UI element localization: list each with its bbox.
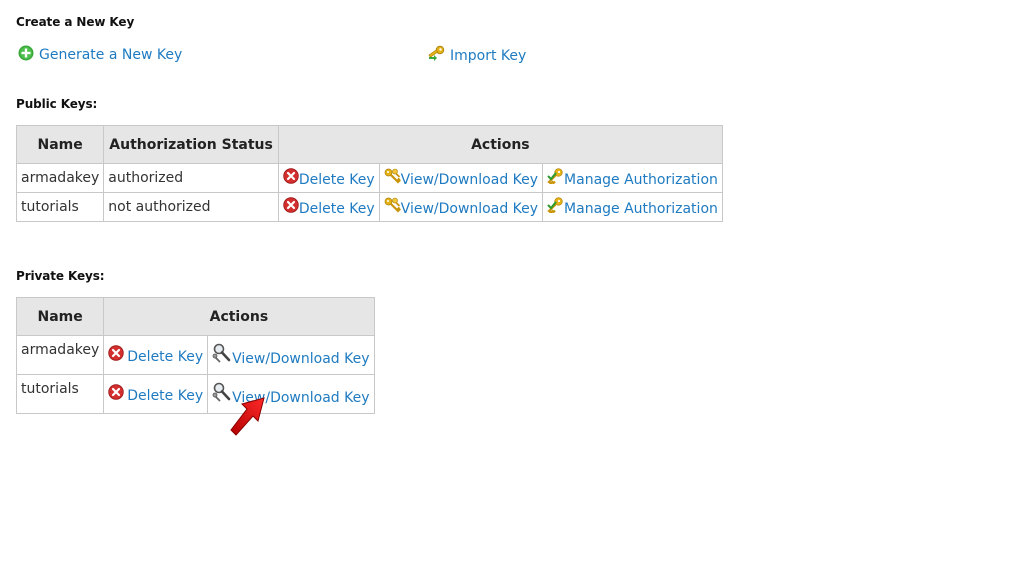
import-key-label[interactable]: Import Key <box>450 48 526 64</box>
key-name-cell: tutorials <box>15 192 105 222</box>
column-header-actions: Actions <box>277 125 723 164</box>
delete-key-link[interactable]: Delete Key <box>299 201 375 217</box>
key-name: tutorials <box>21 381 79 397</box>
view-download-cell: View/Download Key <box>378 163 544 193</box>
delete-key-cell: Delete Key <box>277 192 380 222</box>
key-name-cell: tutorials <box>15 374 105 414</box>
key-name: tutorials <box>21 199 79 215</box>
delete-key-cell: Delete Key <box>277 163 380 193</box>
private-keys-table: Name Actions armadakey Delete Key View/D… <box>15 297 375 414</box>
table-row: armadakey authorized Delete Key View/Dow… <box>15 163 723 193</box>
delete-key-link[interactable]: Delete Key <box>299 172 375 188</box>
manage-authorization-cell: Manage Authorization <box>542 192 723 222</box>
key-import-icon <box>428 45 445 66</box>
delete-key-link[interactable]: Delete Key <box>127 388 203 404</box>
table-header-row: Name Actions <box>15 297 375 336</box>
create-key-heading: Create a New Key <box>16 15 135 29</box>
plus-circle-icon <box>18 45 34 65</box>
delete-key-link[interactable]: Delete Key <box>127 349 203 365</box>
delete-key-action[interactable]: Delete Key <box>108 384 203 404</box>
keys-icon <box>384 197 401 217</box>
magnifier-key-icon <box>212 343 232 367</box>
delete-key-action[interactable]: Delete Key <box>108 345 203 365</box>
key-name-cell: armadakey <box>15 335 105 375</box>
key-check-icon <box>547 197 564 217</box>
authorization-status: not authorized <box>108 199 211 215</box>
view-download-action[interactable]: View/Download Key <box>384 197 538 217</box>
delete-key-cell: Delete Key <box>103 374 209 414</box>
delete-key-action[interactable]: Delete Key <box>283 168 375 188</box>
manage-authorization-link[interactable]: Manage Authorization <box>564 172 718 188</box>
delete-x-icon <box>283 197 299 217</box>
key-check-icon <box>547 168 564 188</box>
view-download-action[interactable]: View/Download Key <box>384 168 538 188</box>
table-header-row: Name Authorization Status Actions <box>15 125 723 164</box>
manage-authorization-action[interactable]: Manage Authorization <box>547 197 718 217</box>
import-key-link[interactable]: Import Key <box>428 45 526 66</box>
key-name: armadakey <box>21 170 100 186</box>
column-header-name: Name <box>15 125 105 164</box>
public-keys-heading: Public Keys: <box>16 97 98 111</box>
table-row: tutorials Delete Key View/Download Key <box>15 374 375 414</box>
key-name: armadakey <box>21 342 100 358</box>
generate-key-label[interactable]: Generate a New Key <box>39 47 182 63</box>
authorization-status-cell: authorized <box>103 163 279 193</box>
column-header-name: Name <box>15 297 105 336</box>
red-arrow-icon <box>226 392 270 440</box>
column-header-authorization-status: Authorization Status <box>103 125 279 164</box>
view-download-cell: View/Download Key <box>207 335 375 375</box>
view-download-action[interactable]: View/Download Key <box>212 343 370 367</box>
ssh-keys-page: Create a New Key Generate a New Key Impo… <box>0 0 1024 576</box>
column-header-actions: Actions <box>103 297 375 336</box>
public-keys-table: Name Authorization Status Actions armada… <box>15 125 723 222</box>
private-keys-heading: Private Keys: <box>16 269 105 283</box>
view-download-key-link[interactable]: View/Download Key <box>401 201 538 217</box>
manage-authorization-link[interactable]: Manage Authorization <box>564 201 718 217</box>
view-download-cell: View/Download Key <box>378 192 544 222</box>
table-row: armadakey Delete Key View/Download Key <box>15 335 375 375</box>
generate-key-link[interactable]: Generate a New Key <box>18 45 182 65</box>
view-download-key-link[interactable]: View/Download Key <box>401 172 538 188</box>
key-name-cell: armadakey <box>15 163 105 193</box>
delete-key-action[interactable]: Delete Key <box>283 197 375 217</box>
manage-authorization-cell: Manage Authorization <box>542 163 723 193</box>
view-download-key-link[interactable]: View/Download Key <box>232 351 369 367</box>
keys-icon <box>384 168 401 188</box>
delete-x-icon <box>108 384 124 404</box>
delete-x-icon <box>283 168 299 188</box>
delete-x-icon <box>108 345 124 365</box>
authorization-status: authorized <box>108 170 184 186</box>
authorization-status-cell: not authorized <box>103 192 279 222</box>
delete-key-cell: Delete Key <box>103 335 209 375</box>
table-row: tutorials not authorized Delete Key View… <box>15 192 723 222</box>
manage-authorization-action[interactable]: Manage Authorization <box>547 168 718 188</box>
